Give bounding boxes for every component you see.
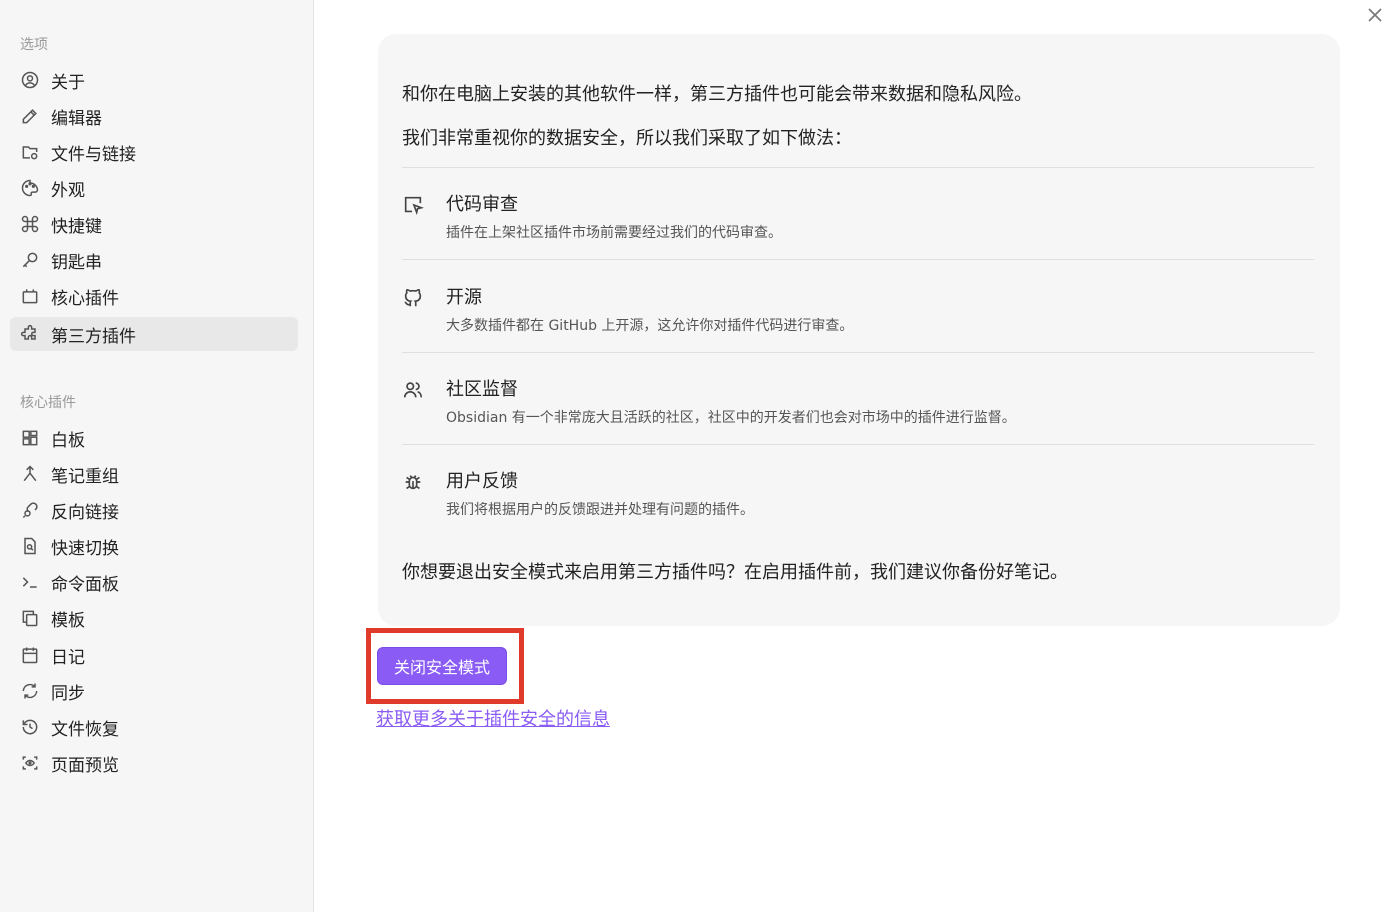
sidebar-item-label: 第三方插件 xyxy=(51,326,136,347)
merge-icon xyxy=(20,464,40,484)
sidebar-item-editor[interactable]: 编辑器 xyxy=(10,99,298,133)
sidebar-item-about[interactable]: 关于 xyxy=(10,63,298,97)
feature-title: 社区监督 xyxy=(446,379,518,400)
sidebar-item-label: 模板 xyxy=(51,610,85,631)
close-button[interactable] xyxy=(1364,6,1386,28)
sidebar-item-label: 命令面板 xyxy=(51,574,119,595)
sidebar-item-canvas[interactable]: 白板 xyxy=(10,421,298,455)
safe-mode-question: 你想要退出安全模式来启用第三方插件吗？在启用插件前，我们建议你备份好笔记。 xyxy=(402,562,1068,583)
folder-settings-icon xyxy=(20,142,40,162)
sidebar-item-core-plugins[interactable]: 核心插件 xyxy=(10,279,298,313)
intro-subtext: 我们非常重视你的数据安全，所以我们采取了如下做法： xyxy=(402,128,852,149)
sidebar-item-command-palette[interactable]: 命令面板 xyxy=(10,565,298,599)
feature-title: 代码审查 xyxy=(446,194,518,215)
options-section-title: 选项 xyxy=(20,37,48,53)
calendar-icon xyxy=(20,645,40,665)
sidebar-item-label: 反向链接 xyxy=(51,502,119,523)
feature-description: 我们将根据用户的反馈跟进并处理有问题的插件。 xyxy=(446,502,754,518)
sidebar-item-label: 关于 xyxy=(51,72,85,93)
sidebar-item-keychain[interactable]: 钥匙串 xyxy=(10,243,298,277)
calendar-box-icon xyxy=(20,286,40,306)
sidebar-item-label: 同步 xyxy=(51,683,85,704)
settings-window: 选项 关于 编辑器 文件与链接 外观 快捷键 钥匙串 核心插件 第三方插件 核心… xyxy=(0,0,1400,912)
pencil-icon xyxy=(20,106,40,126)
sidebar-item-file-recovery[interactable]: 文件恢复 xyxy=(10,710,298,744)
close-icon xyxy=(1367,7,1383,27)
palette-icon xyxy=(20,178,40,198)
terminal-icon xyxy=(20,572,40,592)
divider xyxy=(402,259,1314,260)
sidebar-item-quick-switcher[interactable]: 快速切换 xyxy=(10,529,298,563)
key-icon xyxy=(20,250,40,270)
user-circle-icon xyxy=(20,70,40,90)
disable-safe-mode-button[interactable]: 关闭安全模式 xyxy=(377,647,507,685)
sidebar-item-community-plugins[interactable]: 第三方插件 xyxy=(10,317,298,351)
sidebar-item-sync[interactable]: 同步 xyxy=(10,674,298,708)
feature-description: 大多数插件都在 GitHub 上开源，这允许你对插件代码进行审查。 xyxy=(446,318,854,334)
safe-mode-info-panel: 和你在电脑上安装的其他软件一样，第三方插件也可能会带来数据和隐私风险。 我们非常… xyxy=(378,34,1340,626)
sidebar-item-backlinks[interactable]: 反向链接 xyxy=(10,493,298,527)
feature-description: 插件在上架社区插件市场前需要经过我们的代码审查。 xyxy=(446,225,782,241)
sidebar-item-label: 文件与链接 xyxy=(51,144,136,165)
feature-user-feedback: 用户反馈 我们将根据用户的反馈跟进并处理有问题的插件。 xyxy=(402,467,1314,527)
sidebar-item-appearance[interactable]: 外观 xyxy=(10,171,298,205)
sidebar-item-files-links[interactable]: 文件与链接 xyxy=(10,135,298,169)
sidebar-item-label: 页面预览 xyxy=(51,755,119,776)
intro-text: 和你在电脑上安装的其他软件一样，第三方插件也可能会带来数据和隐私风险。 xyxy=(402,84,1032,105)
plugin-security-info-link[interactable]: 获取更多关于插件安全的信息 xyxy=(376,705,610,731)
sidebar-item-label: 外观 xyxy=(51,180,85,201)
feature-community-review: 社区监督 Obsidian 有一个非常庞大且活跃的社区，社区中的开发者们也会对市… xyxy=(402,375,1314,435)
sidebar-item-label: 快捷键 xyxy=(51,216,102,237)
sidebar-item-label: 编辑器 xyxy=(51,108,102,129)
sidebar-item-label: 钥匙串 xyxy=(51,252,102,273)
sidebar-item-note-composer[interactable]: 笔记重组 xyxy=(10,457,298,491)
sidebar-item-label: 核心插件 xyxy=(51,288,119,309)
divider xyxy=(402,167,1314,168)
sidebar-item-daily-notes[interactable]: 日记 xyxy=(10,638,298,672)
sidebar-item-page-preview[interactable]: 页面预览 xyxy=(10,746,298,780)
feature-code-review: 代码审查 插件在上架社区插件市场前需要经过我们的代码审查。 xyxy=(402,190,1314,250)
file-search-icon xyxy=(20,536,40,556)
sidebar-item-templates[interactable]: 模板 xyxy=(10,601,298,635)
sidebar-item-hotkeys[interactable]: 快捷键 xyxy=(10,207,298,241)
divider xyxy=(402,444,1314,445)
grid-icon xyxy=(20,428,40,448)
sidebar-item-label: 日记 xyxy=(51,647,85,668)
github-icon xyxy=(402,287,426,311)
copy-icon xyxy=(20,608,40,628)
feature-title: 开源 xyxy=(446,287,482,308)
divider xyxy=(402,352,1314,353)
feature-open-source: 开源 大多数插件都在 GitHub 上开源，这允许你对插件代码进行审查。 xyxy=(402,283,1314,343)
command-icon xyxy=(20,214,40,234)
puzzle-icon xyxy=(20,324,40,344)
settings-sidebar: 选项 关于 编辑器 文件与链接 外观 快捷键 钥匙串 核心插件 第三方插件 核心… xyxy=(0,0,314,912)
sidebar-item-label: 笔记重组 xyxy=(51,466,119,487)
eye-scan-icon xyxy=(20,753,40,773)
bug-icon xyxy=(402,471,426,495)
cursor-review-icon xyxy=(402,194,426,218)
sidebar-item-label: 白板 xyxy=(51,430,85,451)
users-icon xyxy=(402,379,426,403)
sidebar-item-label: 文件恢复 xyxy=(51,719,119,740)
history-icon xyxy=(20,717,40,737)
sidebar-item-label: 快速切换 xyxy=(51,538,119,559)
feature-title: 用户反馈 xyxy=(446,471,518,492)
core-plugins-section-title: 核心插件 xyxy=(20,395,76,411)
link-search-icon xyxy=(20,500,40,520)
feature-description: Obsidian 有一个非常庞大且活跃的社区，社区中的开发者们也会对市场中的插件… xyxy=(446,410,1016,426)
sync-icon xyxy=(20,681,40,701)
